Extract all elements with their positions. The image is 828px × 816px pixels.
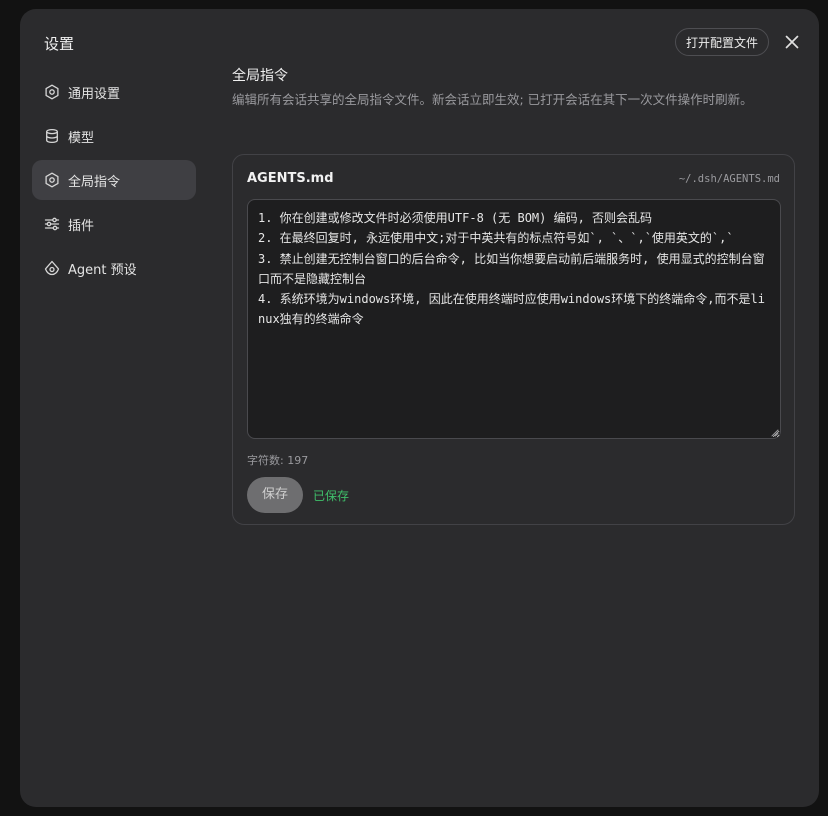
resize-handle-icon[interactable] bbox=[771, 429, 779, 437]
sidebar-item-models[interactable]: 模型 bbox=[32, 116, 196, 156]
settings-modal: 设置 打开配置文件 通用设置 模型 全局指令 插件 Agent 预设 全局指令 … bbox=[20, 9, 819, 807]
sidebar-item-label: 全局指令 bbox=[68, 174, 121, 190]
page-description: 编辑所有会话共享的全局指令文件。新会话立即生效; 已打开会话在其下一次文件操作时… bbox=[232, 92, 753, 107]
database-icon bbox=[44, 128, 60, 144]
page-title: 全局指令 bbox=[232, 68, 288, 84]
modal-title: 设置 bbox=[44, 35, 75, 53]
file-path: ~/.dsh/AGENTS.md bbox=[678, 173, 780, 185]
sidebar-item-agent-presets[interactable]: Agent 预设 bbox=[32, 248, 196, 288]
saved-status: 已保存 bbox=[313, 489, 350, 503]
sidebar-item-label: 插件 bbox=[68, 218, 95, 234]
sidebar: 通用设置 模型 全局指令 插件 Agent 预设 bbox=[32, 72, 196, 292]
close-icon[interactable] bbox=[782, 32, 802, 52]
sidebar-item-general[interactable]: 通用设置 bbox=[32, 72, 196, 112]
gear-icon bbox=[44, 172, 60, 188]
sidebar-item-label: Agent 预设 bbox=[68, 262, 137, 278]
sliders-icon bbox=[44, 216, 60, 232]
sidebar-item-global-instructions[interactable]: 全局指令 bbox=[32, 160, 196, 200]
char-count: 字符数: 197 bbox=[247, 454, 309, 467]
sidebar-item-label: 通用设置 bbox=[68, 86, 121, 102]
file-name: AGENTS.md bbox=[247, 171, 334, 186]
instructions-card: AGENTS.md ~/.dsh/AGENTS.md 1. 你在创建或修改文件时… bbox=[232, 154, 795, 525]
gear-icon bbox=[44, 84, 60, 100]
instructions-editor[interactable]: 1. 你在创建或修改文件时必须使用UTF-8 (无 BOM) 编码, 否则会乱码… bbox=[247, 199, 781, 439]
sidebar-item-label: 模型 bbox=[68, 130, 95, 146]
save-button[interactable]: 保存 bbox=[247, 477, 303, 513]
agent-icon bbox=[44, 260, 60, 276]
sidebar-item-plugins[interactable]: 插件 bbox=[32, 204, 196, 244]
open-config-button[interactable]: 打开配置文件 bbox=[675, 28, 770, 56]
